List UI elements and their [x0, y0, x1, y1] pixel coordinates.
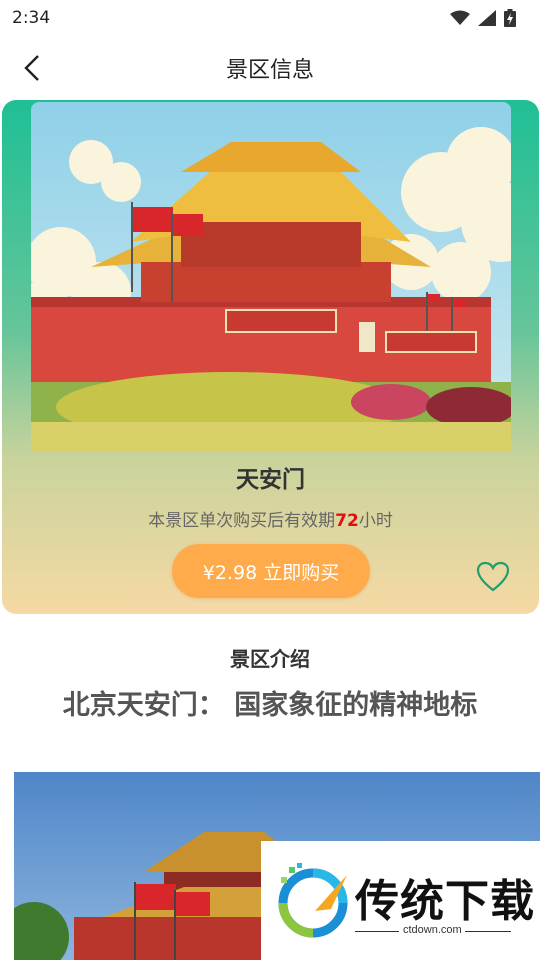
status-bar: 2:34	[0, 0, 540, 36]
validity-hours: 72	[335, 511, 359, 531]
validity-suffix: 小时	[358, 511, 393, 531]
validity-prefix: 本景区单次购买后有效期	[148, 511, 336, 531]
watermark-url: ctdown.com	[403, 924, 462, 936]
watermark-overlay: 传统下载 ctdown.com	[261, 841, 540, 960]
page-title: 景区信息	[225, 58, 314, 83]
spot-card: 天安门 本景区单次购买后有效期72小时 ¥2.98 立即购买	[2, 100, 539, 614]
status-time: 2:34	[12, 8, 51, 28]
watermark-logo-icon	[278, 863, 348, 938]
favorite-button[interactable]	[476, 561, 510, 593]
buy-now-button[interactable]: ¥2.98 立即购买	[172, 544, 370, 598]
signal-icon	[478, 10, 496, 26]
intro-title: 北京天安门： 国家象征的精神地标	[62, 690, 478, 721]
validity-text: 本景区单次购买后有效期72小时	[2, 506, 539, 531]
heart-icon	[476, 561, 510, 592]
watermark-divider	[465, 931, 511, 932]
back-button[interactable]	[14, 50, 50, 86]
wifi-icon	[450, 10, 470, 25]
watermark-divider	[355, 931, 399, 932]
chevron-left-icon	[24, 55, 39, 81]
nav-bar: 景区信息	[0, 36, 540, 100]
status-icons	[450, 9, 516, 27]
battery-icon	[504, 9, 516, 27]
intro-heading: 景区介绍	[230, 647, 310, 671]
spot-hero-image	[31, 102, 511, 452]
spot-name: 天安门	[236, 467, 305, 493]
watermark-brand: 传统下载	[355, 876, 535, 927]
